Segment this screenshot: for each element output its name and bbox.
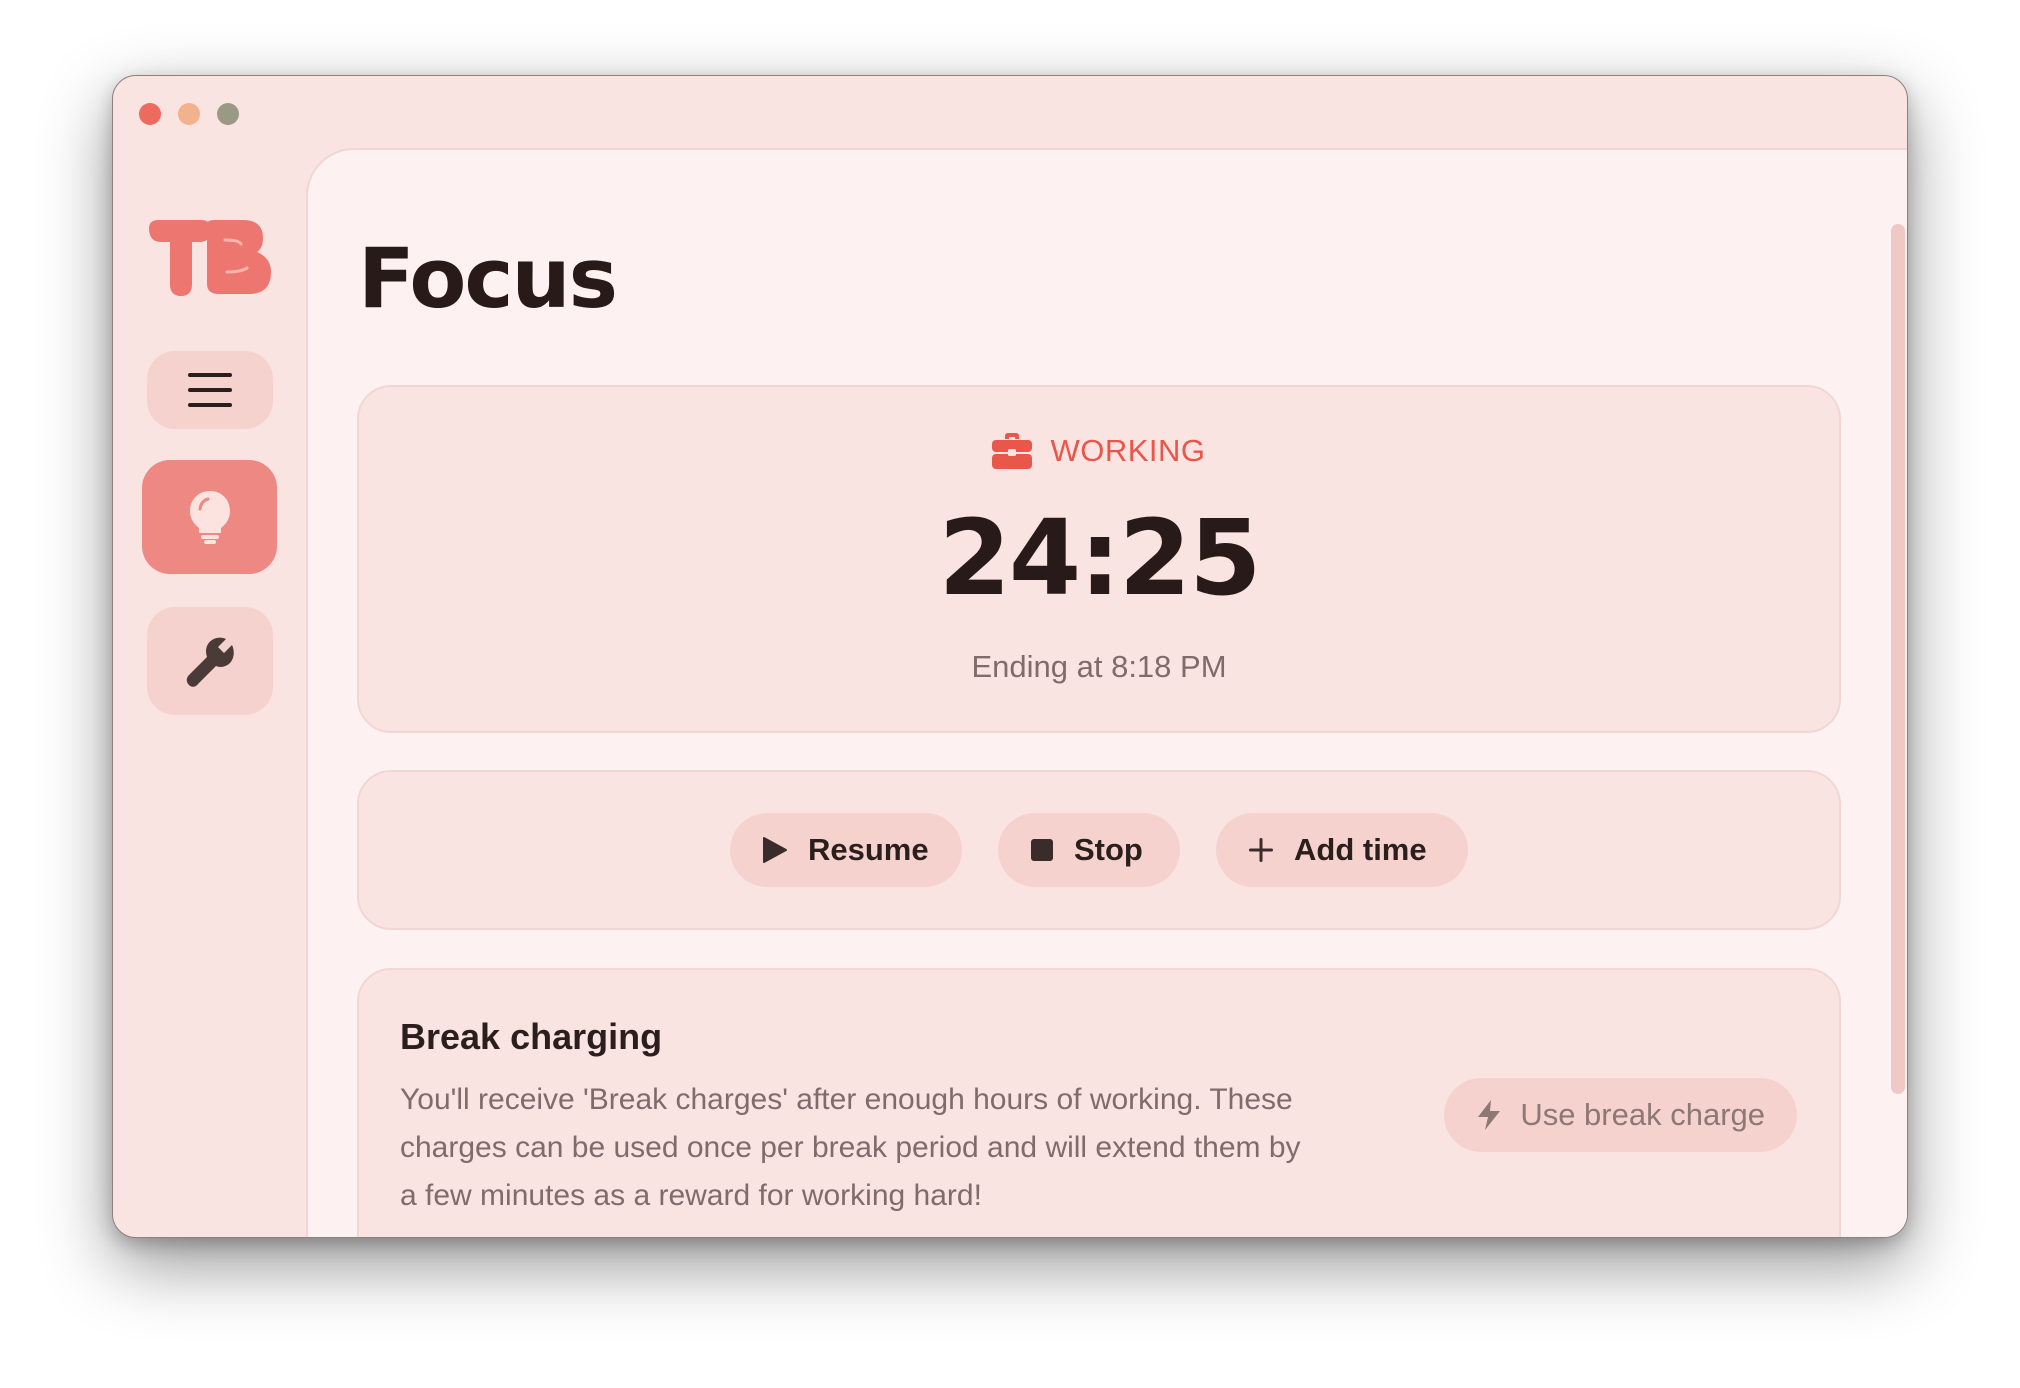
hamburger-icon <box>188 373 232 407</box>
sidebar-item-tools[interactable] <box>147 607 273 715</box>
briefcase-icon <box>992 433 1033 469</box>
ending-time: Ending at 8:18 PM <box>971 649 1227 684</box>
resume-button[interactable]: Resume <box>730 813 962 887</box>
break-charging-description: You'll receive 'Break charges' after eno… <box>400 1083 1301 1212</box>
app-logo <box>149 220 271 296</box>
use-break-charge-button[interactable]: Use break charge <box>1444 1078 1797 1152</box>
timer-display: 24:25 <box>938 497 1261 619</box>
plus-icon <box>1249 838 1273 862</box>
use-break-charge-label: Use break charge <box>1520 1097 1765 1132</box>
bolt-icon <box>1478 1100 1501 1130</box>
main-content: Focus WORKING 24:25 Ending at 8:18 PM Re… <box>306 148 1907 1237</box>
sidebar <box>113 76 306 1237</box>
status-label: WORKING <box>1050 433 1206 468</box>
control-buttons: Resume Stop Add time <box>359 813 1839 887</box>
page-title: Focus <box>358 230 618 327</box>
break-charging-title: Break charging <box>400 1016 663 1057</box>
add-time-button[interactable]: Add time <box>1216 813 1468 887</box>
stop-label: Stop <box>1074 832 1143 867</box>
stop-button[interactable]: Stop <box>998 813 1180 887</box>
lightbulb-icon <box>189 491 230 544</box>
controls-card: Resume Stop Add time <box>357 770 1841 930</box>
timer-card: WORKING 24:25 Ending at 8:18 PM <box>357 385 1841 733</box>
status-row: WORKING <box>359 433 1839 469</box>
sidebar-item-menu[interactable] <box>147 351 273 429</box>
scrollbar[interactable] <box>1891 224 1905 1094</box>
wrench-icon <box>186 637 234 687</box>
stop-icon <box>1031 839 1053 861</box>
break-charging-card: Break charging You'll receive 'Break cha… <box>357 968 1841 1237</box>
app-window: Focus WORKING 24:25 Ending at 8:18 PM Re… <box>112 75 1908 1238</box>
play-icon <box>763 837 787 863</box>
add-time-label: Add time <box>1294 832 1427 867</box>
resume-label: Resume <box>808 832 929 867</box>
sidebar-item-focus[interactable] <box>142 460 277 574</box>
